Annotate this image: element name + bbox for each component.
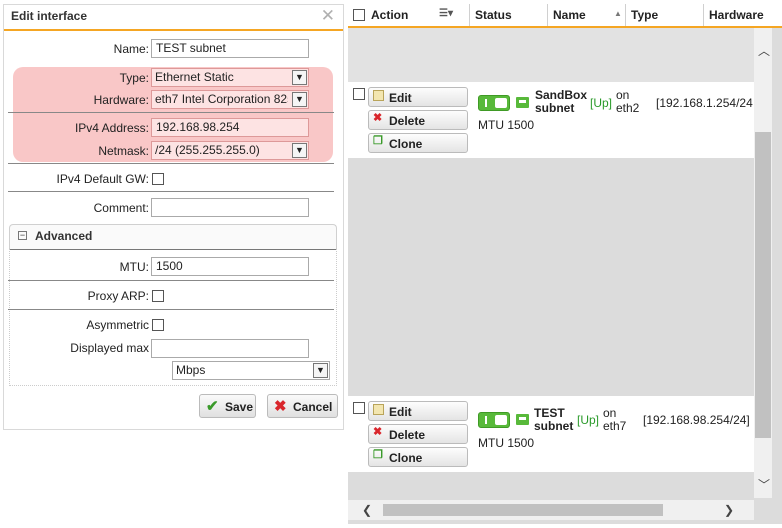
advanced-title: Advanced bbox=[35, 229, 93, 243]
select-all-checkbox[interactable] bbox=[353, 9, 365, 21]
comment-input[interactable] bbox=[151, 198, 309, 217]
grid-empty-area bbox=[348, 28, 754, 82]
horizontal-scrollbar[interactable]: ❮ ❯ bbox=[348, 500, 754, 520]
netmask-value: /24 (255.255.255.0) bbox=[155, 143, 260, 157]
column-type[interactable]: Type bbox=[625, 4, 703, 26]
divider bbox=[8, 191, 334, 192]
asymmetric-checkbox[interactable] bbox=[152, 319, 164, 331]
mtu-label: MTU: bbox=[119, 260, 149, 274]
displayed-max-label: Displayed max bbox=[70, 341, 149, 355]
type-label: Type: bbox=[119, 71, 149, 85]
chevron-down-icon[interactable]: ▼ bbox=[292, 143, 307, 158]
comment-label: Comment: bbox=[93, 201, 149, 215]
check-icon: ✔ bbox=[206, 398, 219, 415]
ipv4-input[interactable]: 192.168.98.254 bbox=[151, 118, 309, 137]
scroll-right-icon[interactable]: ❯ bbox=[724, 503, 734, 517]
type-value: Ethernet Static bbox=[155, 70, 234, 84]
unit-select[interactable]: Mbps ▼ bbox=[172, 361, 330, 380]
clone-icon: ❐ bbox=[373, 449, 383, 461]
clone-icon: ❐ bbox=[373, 135, 383, 147]
interface-name: TEST subnet bbox=[534, 406, 574, 433]
delete-icon: ✖ bbox=[373, 426, 383, 438]
enable-toggle[interactable] bbox=[478, 95, 510, 111]
status-up: [Up] bbox=[577, 413, 600, 427]
netmask-select[interactable]: /24 (255.255.255.0) ▼ bbox=[151, 141, 309, 160]
dialog-titlebar: Edit interface ✕ bbox=[4, 5, 343, 31]
cross-icon: ✖ bbox=[274, 398, 287, 415]
netmask-label: Netmask: bbox=[98, 144, 149, 158]
default-gw-label: IPv4 Default GW: bbox=[56, 172, 149, 186]
chevron-down-icon[interactable]: ▼ bbox=[313, 363, 328, 378]
clone-button[interactable]: ❐ Clone bbox=[368, 447, 468, 467]
clone-button[interactable]: ❐ Clone bbox=[368, 133, 468, 153]
table-row[interactable]: Edit ✖ Delete ❐ Clone TEST subnet [Up] o… bbox=[348, 396, 754, 472]
row-checkbox[interactable] bbox=[353, 402, 365, 414]
unit-value: Mbps bbox=[176, 363, 206, 377]
vertical-scrollbar[interactable]: ︿ ﹀ bbox=[754, 28, 772, 498]
cancel-button[interactable]: ✖ Cancel bbox=[267, 394, 338, 418]
column-action[interactable]: Action ☰▾ bbox=[348, 4, 468, 26]
name-input[interactable]: TEST subnet bbox=[151, 39, 309, 58]
asymmetric-label: Asymmetric bbox=[86, 318, 149, 332]
advanced-section-header[interactable]: − Advanced bbox=[9, 224, 337, 250]
divider bbox=[8, 163, 334, 164]
mtu-text: MTU 1500 bbox=[478, 436, 535, 450]
hardware-select[interactable]: eth7 Intel Corporation 825 ▼ bbox=[151, 90, 309, 109]
proxy-arp-checkbox[interactable] bbox=[152, 290, 164, 302]
sort-asc-icon: ▲ bbox=[614, 9, 622, 18]
delete-button[interactable]: ✖ Delete bbox=[368, 110, 468, 130]
mtu-text: MTU 1500 bbox=[478, 118, 535, 132]
divider bbox=[8, 280, 334, 281]
type-select[interactable]: Ethernet Static ▼ bbox=[151, 68, 309, 87]
interface-name: SandBox subnet bbox=[535, 88, 588, 115]
mtu-input[interactable]: 1500 bbox=[151, 257, 309, 276]
scroll-up-icon[interactable]: ︿ bbox=[758, 42, 770, 59]
row-checkbox[interactable] bbox=[353, 88, 365, 100]
interface-type: [192.168.1.254/24 bbox=[656, 96, 753, 110]
hardware-label: Hardware: bbox=[93, 93, 149, 107]
interface-port: on eth7 bbox=[603, 406, 627, 433]
edit-button[interactable]: Edit bbox=[368, 87, 468, 107]
hardware-value: eth7 Intel Corporation 825 bbox=[155, 92, 288, 106]
save-button[interactable]: ✔ Save bbox=[199, 394, 256, 418]
edit-icon bbox=[373, 90, 384, 101]
interfaces-grid: Action ☰▾ Status Name ▲ Type Hardware Ed… bbox=[348, 4, 782, 524]
close-icon[interactable]: ✕ bbox=[321, 6, 335, 26]
edit-button[interactable]: Edit bbox=[368, 401, 468, 421]
displayed-max-input[interactable] bbox=[151, 339, 309, 358]
table-row[interactable]: Edit ✖ Delete ❐ Clone SandBox subnet [Up… bbox=[348, 82, 754, 158]
name-label: Name: bbox=[113, 42, 149, 56]
edit-icon bbox=[373, 404, 384, 415]
status-up: [Up] bbox=[590, 96, 613, 110]
column-hardware[interactable]: Hardware bbox=[703, 4, 782, 26]
edit-interface-dialog: Edit interface ✕ Name: TEST subnet Type:… bbox=[3, 4, 344, 430]
dialog-title: Edit interface bbox=[11, 9, 88, 23]
collapse-icon[interactable]: − bbox=[18, 231, 27, 240]
chevron-down-icon[interactable]: ▼ bbox=[292, 70, 307, 85]
delete-button[interactable]: ✖ Delete bbox=[368, 424, 468, 444]
scroll-left-icon[interactable]: ❮ bbox=[362, 503, 372, 517]
horizontal-scroll-thumb[interactable] bbox=[383, 504, 663, 516]
column-name[interactable]: Name ▲ bbox=[547, 4, 625, 26]
delete-icon: ✖ bbox=[373, 112, 383, 124]
grid-header: Action ☰▾ Status Name ▲ Type Hardware bbox=[348, 4, 782, 28]
column-action-label: Action bbox=[371, 8, 409, 22]
column-status[interactable]: Status bbox=[469, 4, 547, 26]
scroll-down-icon[interactable]: ﹀ bbox=[758, 476, 770, 493]
divider bbox=[8, 112, 334, 113]
ipv4-label: IPv4 Address: bbox=[74, 121, 149, 135]
chevron-down-icon[interactable]: ▼ bbox=[292, 92, 307, 107]
network-icon bbox=[516, 97, 529, 108]
vertical-scroll-thumb[interactable] bbox=[755, 132, 771, 438]
proxy-arp-label: Proxy ARP: bbox=[87, 289, 149, 303]
network-icon bbox=[516, 414, 529, 425]
interface-type: [192.168.98.254/24] bbox=[643, 413, 750, 427]
default-gw-checkbox[interactable] bbox=[152, 173, 164, 185]
interface-port: on eth2 bbox=[616, 88, 640, 115]
column-menu-icon[interactable]: ☰▾ bbox=[439, 8, 453, 19]
enable-toggle[interactable] bbox=[478, 412, 510, 428]
divider bbox=[8, 309, 334, 310]
